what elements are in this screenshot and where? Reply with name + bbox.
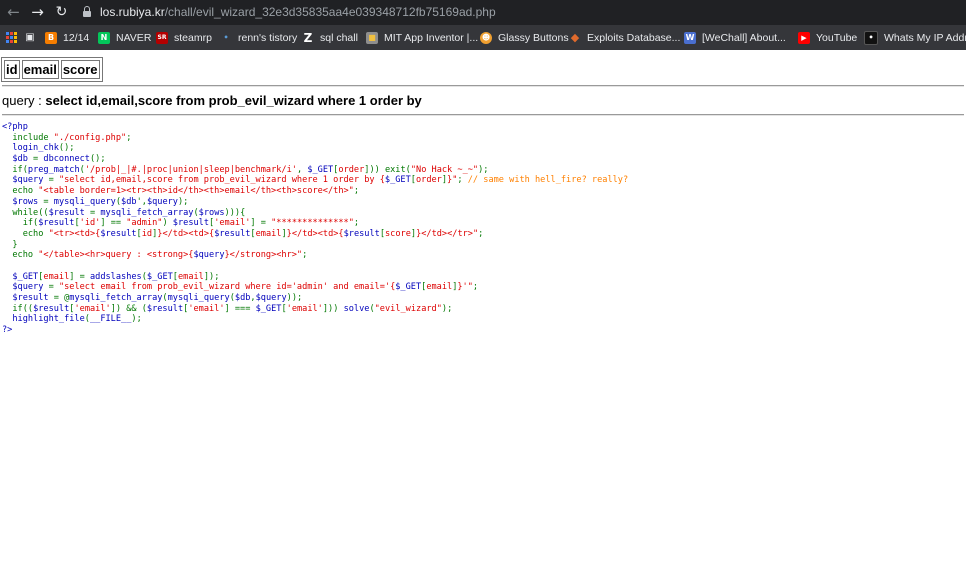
tistory-icon: • [223, 32, 229, 42]
apps-grid-icon [6, 32, 17, 43]
whatsmyip-icon: • [864, 30, 878, 45]
source-line: echo "<tr><td>{$result[id]}</td><td>{$re… [22, 228, 484, 239]
bookmark-exploits-database[interactable]: ◆ Exploits Database... [569, 25, 681, 50]
bookmark-wechall[interactable]: W [WeChall] About... [684, 25, 786, 50]
source-line: <?php [2, 122, 28, 132]
bookmark-whats-my-ip[interactable]: • Whats My IP Addr... [864, 25, 966, 50]
url-host: los.rubiya.kr [100, 5, 165, 19]
query-label: query : [2, 93, 46, 108]
source-line: $db = dbconnect(); [2, 154, 106, 165]
source-line: highlight_file(__FILE__); [2, 314, 142, 325]
url-path: /chall/evil_wizard_32e3d35835aa4e0393487… [164, 5, 496, 19]
bookmark-renns-tistory[interactable]: • renn's tistory [220, 25, 297, 50]
bookmark-youtube[interactable]: ▶ YouTube [798, 25, 857, 50]
bookmark-sql-chall[interactable]: Z sql chall [302, 25, 358, 50]
bookmark-label: YouTube [816, 31, 858, 44]
query-line: query : select id,email,score from prob_… [2, 93, 422, 108]
bookmark-label: MIT App Inventor |... [384, 31, 479, 44]
source-line: $query = "select email from prob_evil_wi… [2, 282, 479, 293]
header-score: score [60, 60, 100, 79]
source-line: $result = @mysqli_fetch_array(mysqli_que… [2, 293, 303, 303]
divider [2, 85, 964, 87]
url-field[interactable]: los.rubiya.kr/chall/evil_wizard_32e3d358… [100, 5, 496, 20]
source-line: while(($result = mysqli_fetch_array($row… [12, 207, 246, 218]
header-id: id [4, 60, 20, 79]
reload-icon[interactable]: ↻ [52, 3, 71, 22]
glassy-icon: ☻ [480, 31, 492, 44]
blogger-icon: B [45, 31, 57, 44]
naver-icon: N [98, 31, 110, 44]
bookmark-icon: ▣ [25, 31, 35, 43]
source-line: $rows = mysqli_query($db',$query); [2, 196, 189, 207]
bookmark-glassy-buttons[interactable]: ☻ Glassy Buttons [480, 25, 569, 50]
bookmark-12-14[interactable]: B 12/14 [45, 25, 89, 50]
source-line: if(preg_match('/prob|_|#.|proc|union|sle… [12, 164, 489, 175]
source-line [2, 261, 628, 272]
wechall-icon: W [684, 31, 696, 44]
z-icon: Z [303, 30, 313, 45]
bookmark-naver[interactable]: N NAVER [98, 25, 151, 50]
back-arrow-icon[interactable]: ← [4, 3, 23, 22]
address-bar: ← → ↻ los.rubiya.kr/chall/evil_wizard_32… [0, 0, 966, 25]
bookmark-mit-app-inventor[interactable]: ■ MIT App Inventor |... [366, 25, 478, 50]
bookmark-label: Exploits Database... [587, 31, 681, 44]
results-table: id email score [1, 57, 103, 82]
bookmark-folder[interactable]: ▣ [24, 25, 42, 50]
header-email: email [21, 60, 59, 79]
source-line: if(($result['email']) && ($result['email… [12, 303, 453, 314]
app-inventor-icon: ■ [366, 31, 378, 44]
source-line: echo "<table border=1><tr><th>id</th><th… [12, 186, 360, 197]
source-line: $_GET[email] = addslashes($_GET[email]); [2, 271, 220, 282]
bookmarks-bar: ▣ B 12/14 N NAVER SR steamrp • renn's ti… [0, 25, 966, 50]
bookmark-label: steamrp [174, 31, 212, 44]
forward-arrow-icon[interactable]: → [28, 3, 47, 22]
bookmark-steamrp[interactable]: SR steamrp [156, 25, 212, 50]
steamrp-icon: SR [156, 31, 168, 44]
source-line: ?> [2, 325, 13, 336]
source-line: if($result['id'] == "admin") $result['em… [22, 218, 360, 229]
query-value: select id,email,score from prob_evil_wiz… [45, 93, 422, 108]
source-line: $query = "select id,email,score from pro… [2, 175, 629, 186]
bookmark-label: 12/14 [63, 31, 90, 44]
lock-icon[interactable] [83, 6, 91, 18]
source-line: echo "</table><hr>query : <strong>{$quer… [12, 250, 308, 261]
results-header-row: id email score [4, 60, 100, 79]
bookmark-label: renn's tistory [238, 31, 298, 44]
bookmark-label: [WeChall] About... [702, 31, 786, 44]
youtube-icon: ▶ [798, 31, 810, 44]
bookmark-apps[interactable] [6, 25, 23, 50]
source-code: <?php include "./config.php"; login_chk(… [2, 122, 628, 336]
source-line: } [12, 239, 18, 250]
source-line: include "./config.php"; [12, 132, 132, 143]
bookmark-label: NAVER [116, 31, 152, 44]
bookmark-label: Whats My IP Addr... [884, 31, 966, 44]
bookmark-label: Glassy Buttons [498, 31, 569, 44]
source-line: login_chk(); [2, 143, 75, 154]
divider [2, 114, 964, 116]
exploit-db-icon: ◆ [570, 30, 580, 44]
bookmark-label: sql chall [320, 31, 358, 44]
